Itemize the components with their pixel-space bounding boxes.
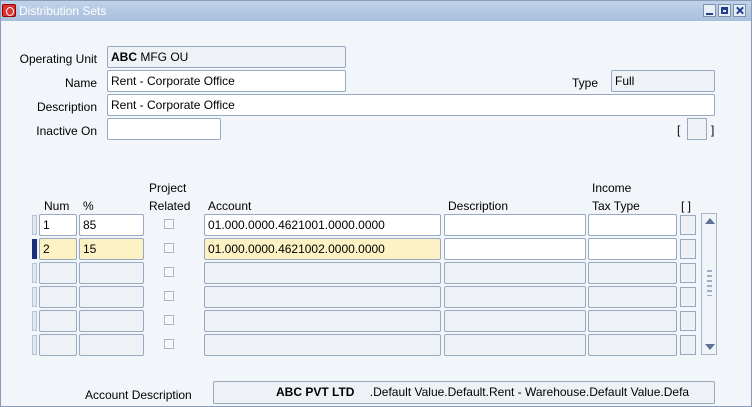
percent-cell[interactable] <box>79 286 144 308</box>
num-cell[interactable] <box>39 262 77 284</box>
scroll-grip-icon[interactable] <box>707 270 712 296</box>
project-related-checkbox[interactable] <box>164 219 174 229</box>
line-description-cell[interactable] <box>444 214 586 236</box>
account-description-value: .Default Value.Default.Rent - Warehouse.… <box>369 385 690 399</box>
project-related-checkbox[interactable] <box>164 339 174 349</box>
account-description-label: Account Description <box>85 388 192 402</box>
account-cell[interactable] <box>204 334 441 356</box>
distribution-sets-window: Distribution Sets Operating Unit ABC MFG… <box>0 0 752 407</box>
col-project-line2: Related <box>149 199 191 213</box>
row-indicator-active[interactable] <box>32 239 37 259</box>
col-percent: % <box>83 199 94 213</box>
description-label: Description <box>36 100 97 114</box>
row-indicator[interactable] <box>32 263 37 283</box>
line-description-cell[interactable] <box>444 286 586 308</box>
project-related-checkbox[interactable] <box>164 315 174 325</box>
line-dff-field[interactable] <box>680 215 696 235</box>
header-dff-field[interactable] <box>687 118 707 140</box>
col-project-line1: Project <box>149 181 187 195</box>
percent-cell[interactable] <box>79 334 144 356</box>
description-field[interactable]: Rent - Corporate Office <box>107 94 715 116</box>
inactive-on-field[interactable] <box>107 118 221 140</box>
row-indicator[interactable] <box>32 215 37 235</box>
operating-unit-bold: ABC <box>111 50 137 64</box>
col-account: Account <box>208 199 252 213</box>
percent-cell[interactable] <box>79 310 144 332</box>
num-cell[interactable] <box>39 310 77 332</box>
dff-open-bracket: [ <box>677 123 681 137</box>
dff-close-bracket: ] <box>711 123 715 137</box>
operating-unit-value: MFG OU <box>140 50 189 64</box>
project-related-checkbox[interactable] <box>164 243 174 253</box>
scroll-up-icon[interactable] <box>705 218 715 224</box>
col-dff: [ ] <box>681 199 692 213</box>
maximize-icon[interactable] <box>718 4 731 17</box>
row-indicator[interactable] <box>32 335 37 355</box>
account-cell[interactable]: 01.000.0000.4621001.0000.0000 <box>204 214 441 236</box>
col-income-line1: Income <box>592 181 632 195</box>
name-field[interactable]: Rent - Corporate Office <box>107 70 346 92</box>
account-description-bold: ABC PVT LTD <box>276 385 355 399</box>
row-indicator[interactable] <box>32 287 37 307</box>
line-dff-field[interactable] <box>680 239 696 259</box>
close-icon[interactable] <box>733 4 746 17</box>
num-cell[interactable]: 2 <box>39 238 77 260</box>
vertical-scrollbar[interactable] <box>701 213 717 355</box>
type-field[interactable]: Full <box>611 70 715 92</box>
line-description-cell[interactable] <box>444 238 586 260</box>
col-income-line2: Tax Type <box>592 199 640 213</box>
num-cell[interactable] <box>39 334 77 356</box>
account-cell[interactable] <box>204 262 441 284</box>
col-num: Num <box>44 199 70 213</box>
income-tax-type-cell[interactable] <box>588 214 677 236</box>
inactive-on-label: Inactive On <box>36 124 97 138</box>
percent-cell[interactable]: 15 <box>79 238 144 260</box>
line-dff-field[interactable] <box>680 335 696 355</box>
operating-unit-label: Operating Unit <box>19 52 97 66</box>
line-dff-field[interactable] <box>680 287 696 307</box>
window-title: Distribution Sets <box>19 4 107 18</box>
minimize-icon[interactable] <box>703 4 716 17</box>
num-cell[interactable]: 1 <box>39 214 77 236</box>
line-dff-field[interactable] <box>680 263 696 283</box>
account-cell[interactable] <box>204 286 441 308</box>
project-related-checkbox[interactable] <box>164 267 174 277</box>
oracle-app-icon <box>2 4 16 17</box>
line-description-cell[interactable] <box>444 310 586 332</box>
account-cell[interactable] <box>204 310 441 332</box>
account-description-field[interactable]: ABC PVT LTD .Default Value.Default.Rent … <box>213 381 715 404</box>
income-tax-type-cell[interactable] <box>588 286 677 308</box>
income-tax-type-cell[interactable] <box>588 334 677 356</box>
line-description-cell[interactable] <box>444 262 586 284</box>
project-related-checkbox[interactable] <box>164 291 174 301</box>
percent-cell[interactable] <box>79 262 144 284</box>
name-label: Name <box>64 76 97 90</box>
title-bar: Distribution Sets <box>1 1 751 21</box>
type-label: Type <box>572 76 599 90</box>
line-description-cell[interactable] <box>444 334 586 356</box>
percent-cell[interactable]: 85 <box>79 214 144 236</box>
account-cell[interactable]: 01.000.0000.4621002.0000.0000 <box>204 238 441 260</box>
operating-unit-field[interactable]: ABC MFG OU <box>107 46 346 68</box>
line-dff-field[interactable] <box>680 311 696 331</box>
col-description: Description <box>448 199 509 213</box>
income-tax-type-cell[interactable] <box>588 262 677 284</box>
income-tax-type-cell[interactable] <box>588 238 677 260</box>
num-cell[interactable] <box>39 286 77 308</box>
scroll-down-icon[interactable] <box>705 344 715 350</box>
row-indicator[interactable] <box>32 311 37 331</box>
income-tax-type-cell[interactable] <box>588 310 677 332</box>
